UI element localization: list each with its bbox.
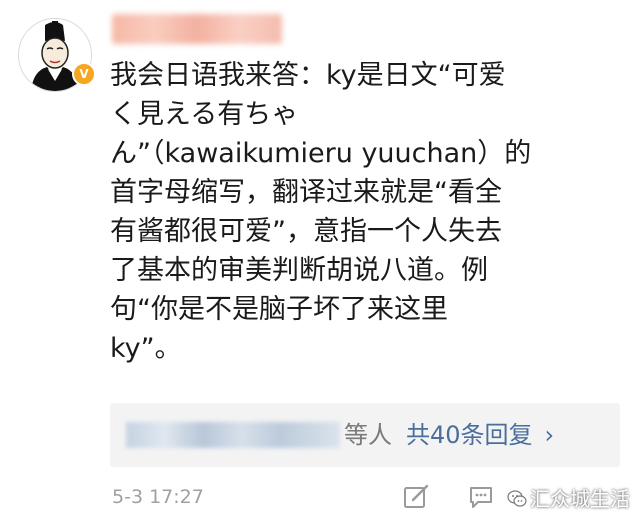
comment-line: 了基本的审美判断胡说八道。例 xyxy=(110,255,488,286)
chevron-right-icon: › xyxy=(544,421,555,449)
comment-icon[interactable] xyxy=(467,483,495,511)
reply-usernames-blurred xyxy=(126,422,340,448)
comment-text: 我会日语我来答：ky是日文“可爱 く見える有ちゃ ん”（kawaikumieru… xyxy=(110,56,625,368)
comment-line: 我会日语我来答：ky是日文“可爱 xyxy=(110,60,506,91)
comment-line: 有酱都很可爱”，意指一个人失去 xyxy=(110,216,502,247)
verified-badge: V xyxy=(72,62,96,86)
reply-who: 等人 xyxy=(344,421,392,449)
comment-line: ん”（kawaikumieru yuuchan）的 xyxy=(110,138,532,169)
comment-card: V 我会日语我来答：ky是日文“可爱 く見える有ちゃ ん”（kawaikumie… xyxy=(0,0,640,528)
username-blurred[interactable] xyxy=(112,14,282,44)
comment-line: 首字母缩写，翻译过来就是“看全 xyxy=(110,177,502,208)
reply-summary[interactable]: 等人 共40条回复 › xyxy=(110,403,620,467)
watermark-text: 汇众城生活 xyxy=(530,487,630,511)
reply-count-link[interactable]: 共40条回复 xyxy=(406,421,533,449)
comment-line: ky”。 xyxy=(110,333,182,364)
comment-line: く見える有ちゃ xyxy=(110,99,299,130)
comment-line: 句“你是不是脑子坏了来这里 xyxy=(110,294,448,325)
wechat-icon xyxy=(507,490,527,507)
reply-summary-text: 等人 共40条回复 › xyxy=(344,417,554,453)
edit-icon[interactable] xyxy=(402,483,430,511)
timestamp: 5-3 17:27 xyxy=(112,486,204,508)
